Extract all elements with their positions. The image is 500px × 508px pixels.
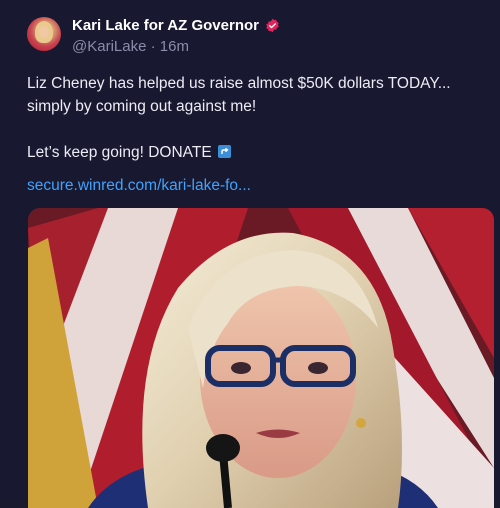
tweet-line-2: simply by coming out against me!	[27, 98, 257, 115]
tweet-card[interactable]: Kari Lake for AZ Governor @KariLake · 16…	[0, 0, 500, 508]
tweet-line-1: Liz Cheney has helped us raise almost $5…	[27, 75, 451, 92]
tweet-time[interactable]: 16m	[160, 38, 189, 55]
name-row: Kari Lake for AZ Governor	[72, 14, 492, 36]
avatar[interactable]	[27, 17, 61, 51]
author-handle[interactable]: @KariLake	[72, 38, 146, 55]
author-name[interactable]: Kari Lake for AZ Governor	[72, 17, 259, 34]
photo-illustration	[28, 208, 494, 508]
tweet-line-3: Let’s keep going! DONATE	[27, 144, 212, 161]
avatar-face	[39, 26, 49, 38]
tweet-header: Kari Lake for AZ Governor @KariLake · 16…	[72, 14, 492, 58]
handle-row: @KariLake · 16m	[72, 38, 492, 58]
tweet-body: Liz Cheney has helped us raise almost $5…	[27, 72, 477, 164]
tweet-media-image[interactable]	[28, 208, 494, 508]
tweet-line-3-container: Let’s keep going! DONATE	[27, 141, 477, 164]
separator: ·	[150, 38, 156, 55]
arrow-curved-icon	[217, 145, 231, 158]
donate-link[interactable]: secure.winred.com/kari-lake-fo...	[27, 177, 251, 195]
verified-badge-icon	[265, 18, 280, 33]
